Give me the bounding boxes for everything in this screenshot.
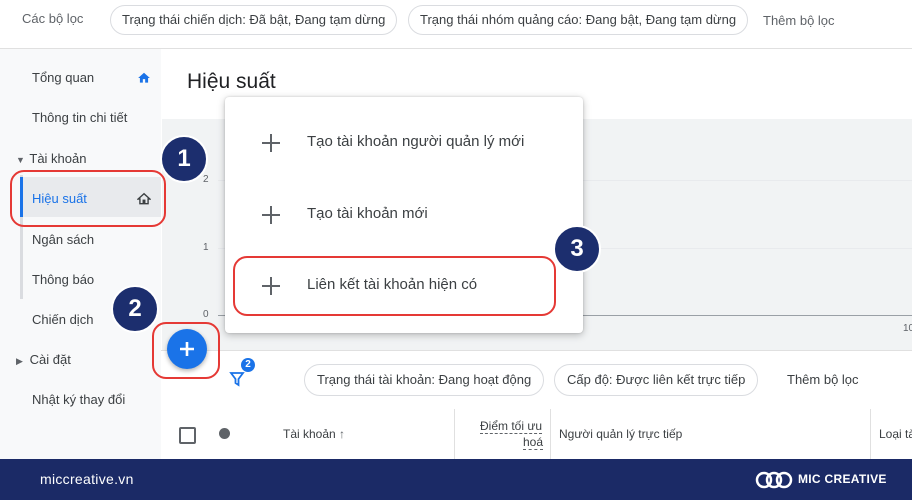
page-title: Hiệu suất	[187, 70, 276, 93]
top-filter-bar: Các bộ lọc Trạng thái chiến dịch: Đã bật…	[0, 0, 912, 49]
column-account[interactable]: Tài khoản ↑	[283, 427, 345, 441]
filter-count-badge: 2	[241, 358, 255, 372]
menu-item-create-new-account[interactable]: Tạo tài khoản mới	[225, 185, 583, 245]
sidebar-item-accounts[interactable]: ▼ Tài khoản	[16, 151, 86, 166]
table-filter-bar: 2 Trạng thái tài khoản: Đang hoạt động C…	[161, 350, 912, 410]
sidebar-item-notifications[interactable]: Thông báo	[32, 272, 94, 287]
footer-website: miccreative.vn	[40, 471, 134, 487]
account-status-filter-chip[interactable]: Trạng thái tài khoản: Đang hoạt động	[304, 364, 545, 396]
step-badge-1: 1	[160, 135, 208, 183]
column-account-type[interactable]: Loại tà	[879, 427, 912, 441]
y-tick-0: 0	[203, 309, 209, 320]
add-filter-link[interactable]: Thêm bộ lọc	[787, 372, 859, 387]
y-tick-1: 1	[203, 242, 209, 253]
home-icon	[138, 72, 150, 83]
level-filter-chip[interactable]: Cấp độ: Được liên kết trực tiếp	[554, 364, 759, 396]
sidebar-item-change-history[interactable]: Nhật ký thay đổi	[32, 392, 125, 407]
select-all-checkbox[interactable]	[179, 427, 196, 444]
add-filter-link[interactable]: Thêm bộ lọc	[763, 13, 835, 28]
footer-brand: MIC CREATIVE	[798, 472, 887, 486]
table-header: Tài khoản ↑ Điểm tối ưu hoá Người quản l…	[161, 409, 912, 459]
highlight-fab	[152, 322, 220, 379]
sidebar-item-budget[interactable]: Ngân sách	[32, 232, 94, 247]
column-opt-score-cont: hoá	[523, 435, 544, 450]
menu-item-create-manager-account[interactable]: Tạo tài khoản người quản lý mới	[225, 113, 583, 173]
y-tick-2: 2	[203, 174, 209, 185]
sidebar-item-insights[interactable]: Thông tin chi tiết	[32, 110, 127, 125]
plus-icon	[262, 134, 280, 152]
campaign-status-filter-chip[interactable]: Trạng thái chiến dịch: Đã bật, Đang tạm …	[110, 5, 398, 35]
caret-right-icon: ▶	[16, 356, 23, 366]
step-badge-3: 3	[553, 225, 601, 273]
caret-down-icon: ▼	[16, 155, 25, 165]
sidebar-item-campaigns[interactable]: Chiến dịch	[32, 312, 93, 327]
sidebar-item-overview[interactable]: Tổng quan	[32, 70, 94, 85]
mic-creative-logo-icon	[755, 471, 793, 489]
filters-label: Các bộ lọc	[22, 11, 84, 26]
status-dot-icon	[219, 428, 230, 439]
step-badge-2: 2	[111, 285, 159, 333]
x-tick-partial: 10	[903, 323, 912, 334]
adgroup-status-filter-chip[interactable]: Trạng thái nhóm quảng cáo: Đang bật, Đan…	[408, 5, 749, 35]
sort-up-arrow-icon: ↑	[339, 427, 346, 441]
column-direct-manager[interactable]: Người quản lý trực tiếp	[559, 427, 682, 441]
plus-icon	[262, 206, 280, 224]
sidebar-item-settings[interactable]: ▶ Cài đặt	[16, 352, 71, 367]
sidebar: Tổng quan Thông tin chi tiết ▼ Tài khoản…	[0, 49, 161, 459]
highlight-performance	[10, 170, 166, 227]
highlight-link-existing	[233, 256, 556, 316]
footer-bar: miccreative.vn MIC CREATIVE	[0, 459, 912, 500]
column-opt-score[interactable]: Điểm tối ưu	[480, 419, 543, 434]
